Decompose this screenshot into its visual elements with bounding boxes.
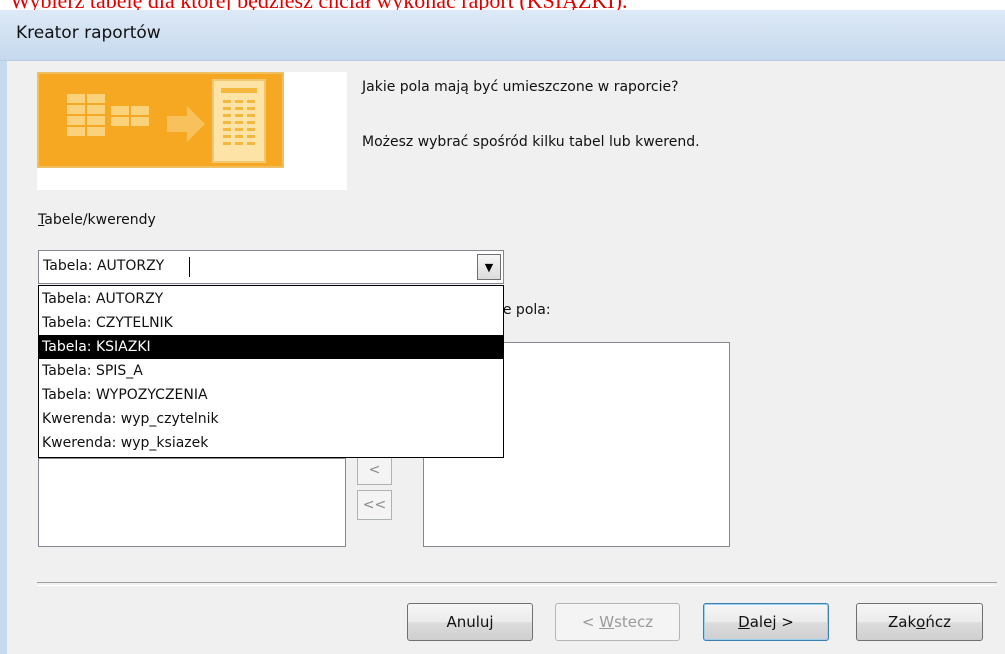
- next-button-rest: alej >: [749, 613, 794, 631]
- remove-all-fields-button[interactable]: <<: [357, 490, 392, 520]
- chevron-down-icon: ▼: [484, 260, 494, 274]
- tables-queries-combobox[interactable]: Tabela: AUTORZY ▼: [38, 250, 504, 284]
- dropdown-item-wyp-ksiazek[interactable]: Kwerenda: wyp_ksiazek: [39, 431, 503, 455]
- next-button-hotkey: D: [738, 613, 750, 631]
- finish-button-hotkey: o: [916, 613, 926, 631]
- dropdown-item-wypozyczenia[interactable]: Tabela: WYPOZYCZENIA: [39, 383, 503, 407]
- window-frame: [0, 61, 7, 654]
- dropdown-item-ksiazki[interactable]: Tabela: KSIAZKI: [39, 335, 503, 359]
- window-titlebar[interactable]: Kreator raportów: [0, 10, 1005, 61]
- wizard-hint: Możesz wybrać spośród kilku tabel lub kw…: [362, 134, 700, 150]
- back-button[interactable]: < Wstecz: [555, 603, 680, 641]
- tables-queries-label: Tabele/kwerendy: [38, 212, 156, 228]
- wizard-question: Jakie pola mają być umieszczone w raporc…: [362, 79, 679, 95]
- window-title: Kreator raportów: [16, 23, 161, 43]
- dropdown-item-wyp-czytelnik[interactable]: Kwerenda: wyp_czytelnik: [39, 407, 503, 431]
- next-button[interactable]: Dalej >: [703, 603, 829, 641]
- combobox-dropdown-button[interactable]: ▼: [477, 254, 501, 280]
- tables-label-text: abele/kwerendy: [44, 212, 156, 228]
- available-fields-list[interactable]: [38, 458, 346, 547]
- back-button-rest: stecz: [614, 613, 654, 631]
- combobox-value: Tabela: AUTORZY: [43, 258, 165, 274]
- finish-button-rest: ńcz: [925, 613, 951, 631]
- finish-button-pre: Zak: [888, 613, 917, 631]
- button-separator: [37, 582, 997, 586]
- remove-field-button[interactable]: <: [357, 455, 392, 485]
- text-caret: [189, 257, 190, 277]
- dropdown-item-czytelnik[interactable]: Tabela: CZYTELNIK: [39, 311, 503, 335]
- cancel-button[interactable]: Anuluj: [407, 603, 533, 641]
- tables-queries-dropdown-list[interactable]: Tabela: AUTORZY Tabela: CZYTELNIK Tabela…: [38, 285, 504, 458]
- back-button-prefix: <: [581, 613, 600, 631]
- report-wizard-illustration: [37, 72, 284, 168]
- back-button-hotkey: W: [599, 613, 615, 631]
- finish-button[interactable]: Zak o ńcz: [856, 603, 983, 641]
- dropdown-item-autorzy[interactable]: Tabela: AUTORZY: [39, 287, 503, 311]
- dropdown-item-spis-a[interactable]: Tabela: SPIS_A: [39, 359, 503, 383]
